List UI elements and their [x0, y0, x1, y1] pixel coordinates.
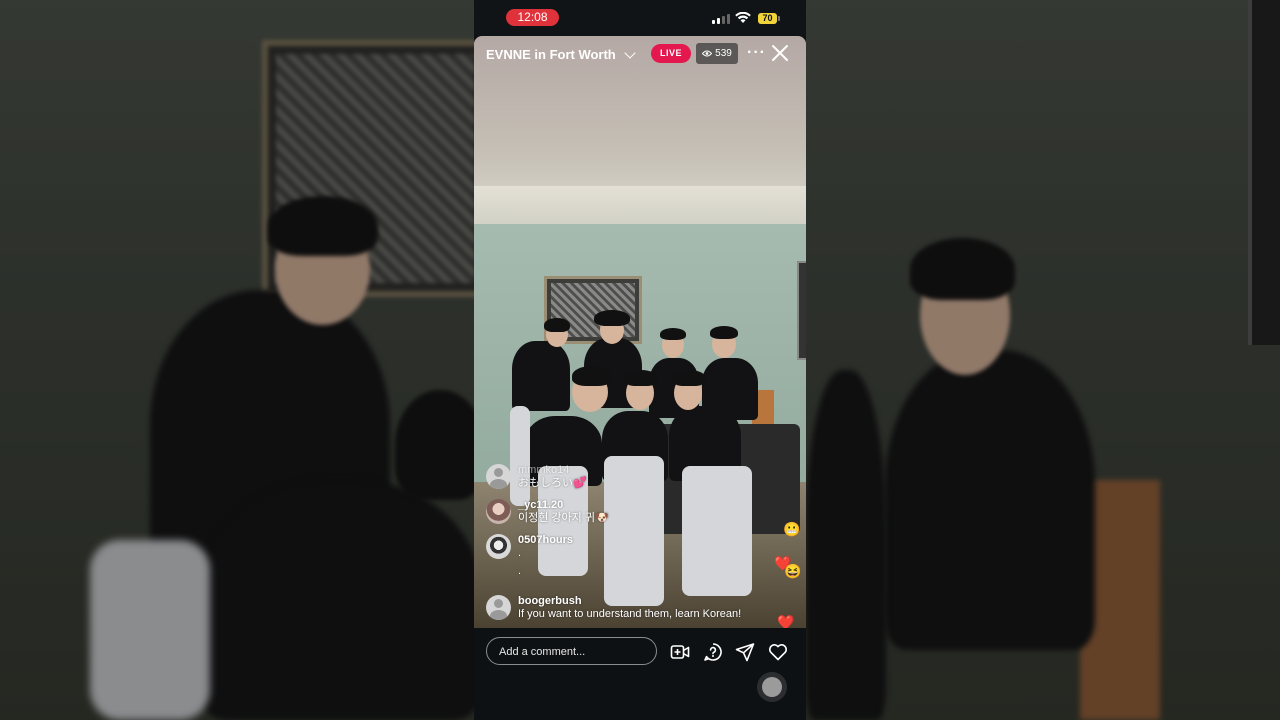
person-hair: [710, 326, 738, 339]
status-bar: 12:08 70: [474, 0, 806, 36]
bottom-bar: Add a comment...: [474, 628, 806, 720]
comment-input[interactable]: Add a comment...: [486, 637, 657, 665]
comment-text: おもしろい💕: [518, 477, 587, 489]
comment-username[interactable]: mmmko14: [518, 464, 587, 477]
person-hair: [660, 328, 686, 340]
live-title-dropdown[interactable]: EVNNE in Fort Worth: [486, 46, 636, 62]
phone-screen: 12:08 70 EVNNE in Fort Worth LIVE 539 ··…: [474, 0, 806, 720]
send-icon[interactable]: [735, 642, 755, 662]
avatar[interactable]: [486, 499, 511, 524]
live-title: EVNNE in Fort Worth: [486, 47, 616, 62]
add-video-icon[interactable]: [670, 642, 690, 662]
person-hair: [594, 310, 630, 326]
battery-indicator: 70: [758, 13, 777, 24]
person-legs: [682, 466, 752, 596]
battery-tip: [778, 16, 780, 21]
person-hair: [544, 318, 570, 332]
avatar[interactable]: [486, 534, 511, 559]
comment-text: .: [518, 547, 522, 559]
live-badge: LIVE: [651, 44, 691, 63]
comment-username[interactable]: 0507hours: [518, 534, 573, 547]
viewer-count-badge[interactable]: 539: [696, 43, 738, 64]
comment-item: 0507hours . .: [486, 534, 573, 578]
floating-reaction: 😆: [784, 563, 802, 579]
person-hair: [624, 370, 658, 386]
comment-username[interactable]: boogerbush: [518, 595, 741, 608]
cellular-signal-icon: [712, 14, 730, 24]
status-time: 12:08: [506, 9, 559, 26]
avatar[interactable]: [486, 464, 511, 489]
question-icon[interactable]: [703, 642, 723, 662]
person-legs: [604, 456, 664, 606]
comment-text-line2: .: [518, 565, 522, 577]
person: [512, 341, 570, 411]
ceiling: [474, 186, 806, 226]
wall-frame-right: [797, 261, 806, 360]
person-hair: [672, 370, 706, 386]
more-options-icon[interactable]: ···: [747, 44, 766, 62]
floating-reaction: 😬: [783, 521, 801, 537]
avatar[interactable]: [486, 595, 511, 620]
comment-item: mmmko14 おもしろい💕: [486, 464, 587, 490]
person-legs: [510, 406, 530, 506]
person-hair: [572, 366, 612, 386]
comment-item: _yc11.20 이정현 강아지 귀🐶: [486, 499, 609, 525]
wifi-icon: [735, 12, 751, 23]
chevron-down-icon: [624, 46, 636, 59]
comment-item: boogerbush If you want to understand the…: [486, 595, 741, 621]
heart-icon[interactable]: [768, 642, 788, 662]
assistive-touch-button[interactable]: [757, 672, 787, 702]
eye-icon: [702, 50, 713, 57]
close-icon[interactable]: [771, 44, 789, 62]
comment-username[interactable]: _yc11.20: [518, 499, 609, 512]
comment-text: 이정현 강아지 귀🐶: [518, 512, 609, 524]
viewer-count: 539: [715, 48, 732, 59]
comment-text: If you want to understand them, learn Ko…: [518, 608, 742, 620]
